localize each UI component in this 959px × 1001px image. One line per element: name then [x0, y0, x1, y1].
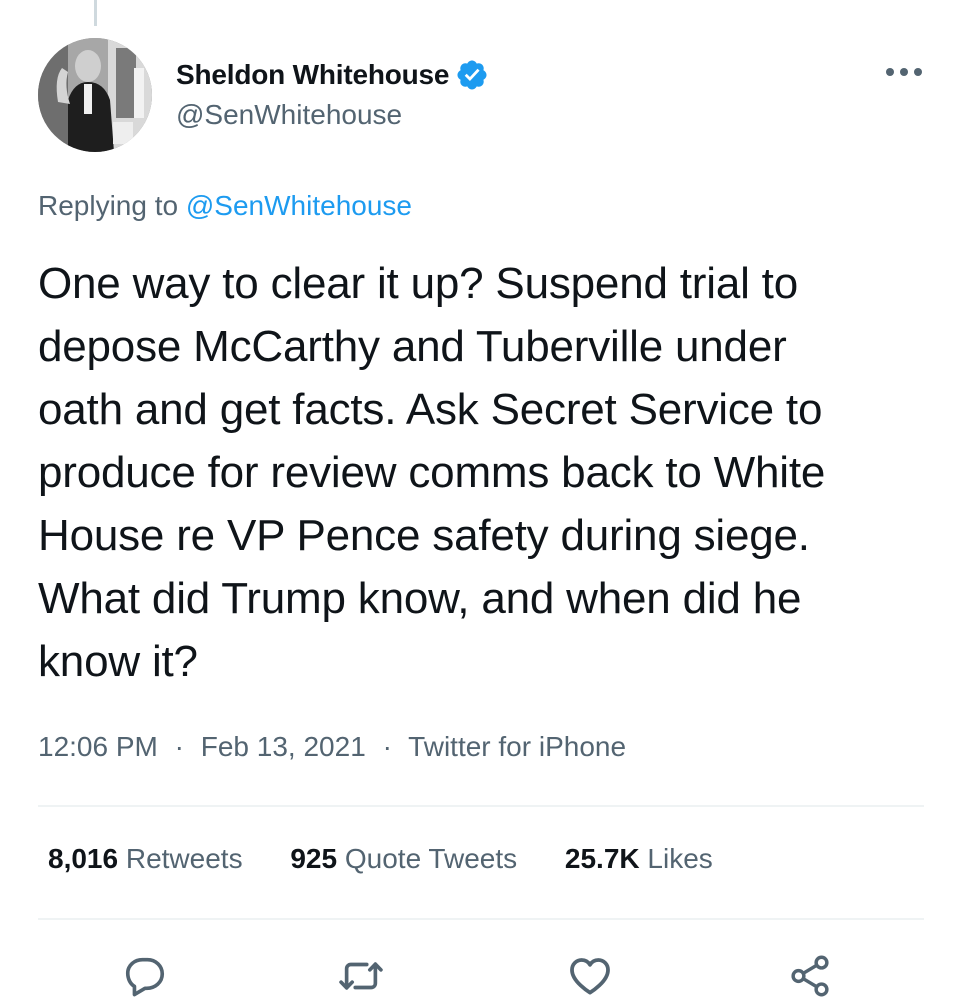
quote-tweets-label: Quote Tweets [344, 843, 518, 874]
reply-button[interactable] [120, 951, 170, 1001]
meta-separator: · [382, 731, 392, 762]
thread-line [94, 0, 97, 26]
retweets-stat[interactable]: 8,016 Retweets [48, 843, 243, 875]
likes-stat[interactable]: 25.7K Likes [565, 843, 713, 875]
likes-count: 25.7K [564, 843, 640, 874]
quote-tweets-count: 925 [290, 843, 338, 874]
reply-icon [125, 957, 165, 997]
likes-label: Likes [647, 843, 713, 874]
quote-tweets-stat[interactable]: 925 Quote Tweets [290, 843, 517, 875]
author-handle[interactable]: @SenWhitehouse [176, 99, 402, 131]
tweet-source[interactable]: Twitter for iPhone [408, 731, 626, 762]
author-header[interactable]: Sheldon Whitehouse [176, 55, 489, 95]
engagement-stats: 8,016 Retweets 925 Quote Tweets 25.7K Li… [48, 843, 713, 875]
tweet-text-line: know it? [38, 637, 198, 686]
tweet-text-line: What did Trump know, and when did he [38, 574, 802, 623]
more-options-button[interactable] [884, 57, 924, 87]
more-dots-icon [886, 68, 922, 76]
retweets-label: Retweets [125, 843, 243, 874]
replying-prefix: Replying to [38, 190, 179, 221]
tweet-text-line: One way to clear it up? Suspend trial to [38, 259, 798, 308]
tweet-text-line: produce for review comms back to White [38, 448, 826, 497]
replying-to: Replying to @SenWhitehouse [38, 190, 412, 222]
retweets-count: 8,016 [48, 843, 119, 874]
retweet-button[interactable] [336, 951, 386, 1001]
tweet-text-line: depose McCarthy and Tuberville under [38, 322, 787, 371]
heart-icon [570, 958, 610, 995]
tweet-text-line: House re VP Pence safety during siege. [38, 511, 810, 560]
tweet-text: One way to clear it up? Suspend trial to… [38, 252, 938, 693]
retweet-icon [339, 962, 383, 990]
tweet-text-line: oath and get facts. Ask Secret Service t… [38, 385, 823, 434]
tweet-meta: 12:06 PM · Feb 13, 2021 · Twitter for iP… [38, 731, 626, 763]
author-name[interactable]: Sheldon Whitehouse [176, 59, 449, 91]
divider-bottom [38, 918, 924, 920]
replying-mention-link[interactable]: @SenWhitehouse [186, 190, 412, 221]
meta-separator: · [174, 731, 184, 762]
verified-badge-icon [455, 58, 489, 92]
tweet-time[interactable]: 12:06 PM [38, 731, 158, 762]
avatar[interactable] [38, 38, 152, 152]
divider-top [38, 805, 924, 807]
tweet-date[interactable]: Feb 13, 2021 [201, 731, 366, 762]
like-button[interactable] [565, 951, 615, 1001]
share-icon [791, 955, 829, 997]
share-button[interactable] [785, 951, 835, 1001]
